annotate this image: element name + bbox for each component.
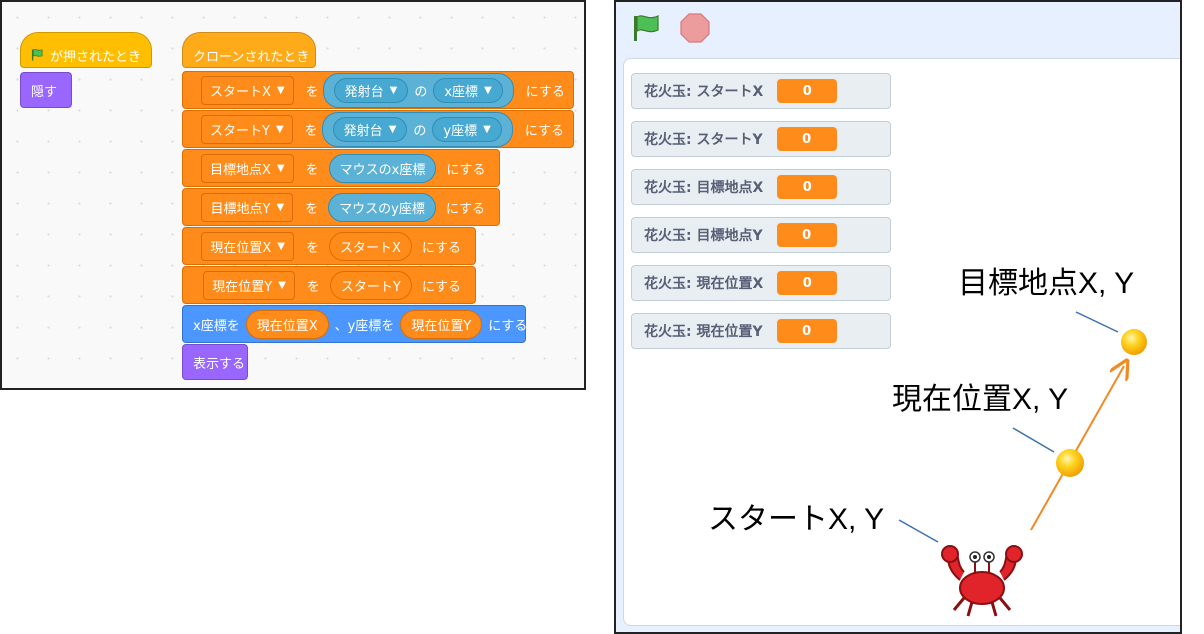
set-variable-block[interactable]: 現在位置X ▼ を スタートX にする (182, 227, 476, 265)
variable-reporter[interactable]: スタートX (328, 231, 412, 261)
block-text: の (413, 123, 427, 139)
mouse-y-reporter[interactable]: マウスのy座標 (328, 192, 436, 222)
variable-dropdown[interactable]: 目標地点Y ▼ (201, 192, 294, 222)
dropdown-arrow-icon: ▼ (483, 123, 491, 135)
sensing-of-reporter[interactable]: 発射台 ▼ の x座標 ▼ (322, 72, 514, 108)
set-variable-block[interactable]: スタートY ▼ を 発射台 ▼ の y座標 ▼ にする (182, 110, 574, 148)
block-text: にする (488, 318, 528, 334)
block-text: を (305, 240, 319, 256)
mouse-x-reporter[interactable]: マウスのx座標 (328, 153, 437, 183)
object-dropdown[interactable]: 発射台 ▼ (332, 116, 408, 142)
show-block[interactable]: 表示する (182, 344, 248, 380)
block-text: 、y座標を (334, 318, 395, 334)
block-text: x座標を (193, 318, 240, 334)
variable-reporter[interactable]: スタートY (329, 270, 412, 300)
green-flag-icon (31, 49, 43, 61)
dropdown-arrow-icon: ▼ (388, 123, 397, 135)
start-pointer-line (898, 519, 939, 543)
block-text: を (305, 84, 319, 100)
block-text: にする (525, 84, 565, 100)
property-dropdown[interactable]: x座標 ▼ (433, 77, 503, 103)
set-variable-block[interactable]: スタートX ▼ を 発射台 ▼ の x座標 ▼ にする (182, 71, 574, 109)
sensing-of-reporter[interactable]: 発射台 ▼ の y座標 ▼ (321, 111, 513, 147)
block-text: の (414, 84, 428, 100)
variable-dropdown[interactable]: スタートY ▼ (201, 114, 293, 144)
variable-dropdown[interactable]: 現在位置X ▼ (201, 231, 294, 261)
variable-reporter[interactable]: 現在位置Y (400, 309, 483, 339)
dropdown-arrow-icon: ▼ (276, 201, 285, 213)
start-annotation: スタートX, Y (708, 503, 885, 536)
when-clone-starts-block[interactable]: クローンされたとき (182, 32, 316, 68)
current-annotation: 現在位置X, Y (892, 383, 1069, 416)
block-text: にする (446, 162, 486, 178)
property-dropdown[interactable]: y座標 ▼ (432, 116, 502, 142)
block-text: 隠す (31, 84, 58, 100)
object-dropdown[interactable]: 発射台 ▼ (333, 77, 409, 103)
fireball-current-sprite[interactable] (1056, 449, 1084, 477)
dropdown-arrow-icon: ▼ (484, 84, 492, 96)
block-text: にする (445, 201, 485, 217)
block-text: クローンされたとき (193, 49, 310, 65)
block-text: を (305, 201, 319, 217)
dropdown-arrow-icon: ▼ (389, 84, 398, 96)
block-text: にする (421, 240, 461, 256)
current-pointer-line (1012, 427, 1055, 453)
dropdown-arrow-icon: ▼ (275, 123, 284, 135)
block-text: を (304, 123, 318, 139)
variable-reporter[interactable]: 現在位置X (245, 309, 329, 339)
target-pointer-line (1075, 311, 1119, 333)
block-text: にする (524, 123, 564, 139)
block-text: 表示する (193, 356, 246, 372)
dropdown-arrow-icon: ▼ (276, 162, 285, 174)
set-variable-block[interactable]: 現在位置Y ▼ を スタートY にする (182, 266, 476, 304)
variable-dropdown[interactable]: 現在位置Y ▼ (203, 270, 295, 300)
block-text: を (306, 279, 320, 295)
stage-overlay (898, 311, 1147, 617)
code-area: が押されたとき 隠す クローンされたとき スタートX ▼ を 発射台 ▼ の x座標… (0, 0, 586, 390)
target-annotation: 目標地点X, Y (958, 267, 1135, 300)
set-variable-block[interactable]: 目標地点Y ▼ を マウスのy座標 にする (182, 188, 500, 226)
dropdown-arrow-icon: ▼ (277, 240, 285, 252)
stage-panel: 花火玉: スタートX 0 花火玉: スタートY 0 花火玉: 目標地点X 0 花… (614, 0, 1182, 634)
block-text: が押されたとき (49, 49, 141, 65)
hide-block[interactable]: 隠す (20, 72, 72, 108)
go-to-xy-block[interactable]: x座標を 現在位置X 、y座標を 現在位置Y にする (182, 305, 528, 343)
block-text: を (305, 162, 319, 178)
block-text: にする (421, 279, 461, 295)
dropdown-arrow-icon: ▼ (276, 84, 285, 96)
fireball-target-sprite[interactable] (1121, 329, 1147, 355)
when-flag-clicked-block[interactable]: が押されたとき (20, 32, 152, 68)
dropdown-arrow-icon: ▼ (278, 279, 286, 291)
variable-dropdown[interactable]: スタートX ▼ (201, 75, 294, 105)
crab-sprite[interactable] (941, 545, 1023, 617)
variable-dropdown[interactable]: 目標地点X ▼ (201, 153, 294, 183)
set-variable-block[interactable]: 目標地点X ▼ を マウスのx座標 にする (182, 149, 500, 187)
